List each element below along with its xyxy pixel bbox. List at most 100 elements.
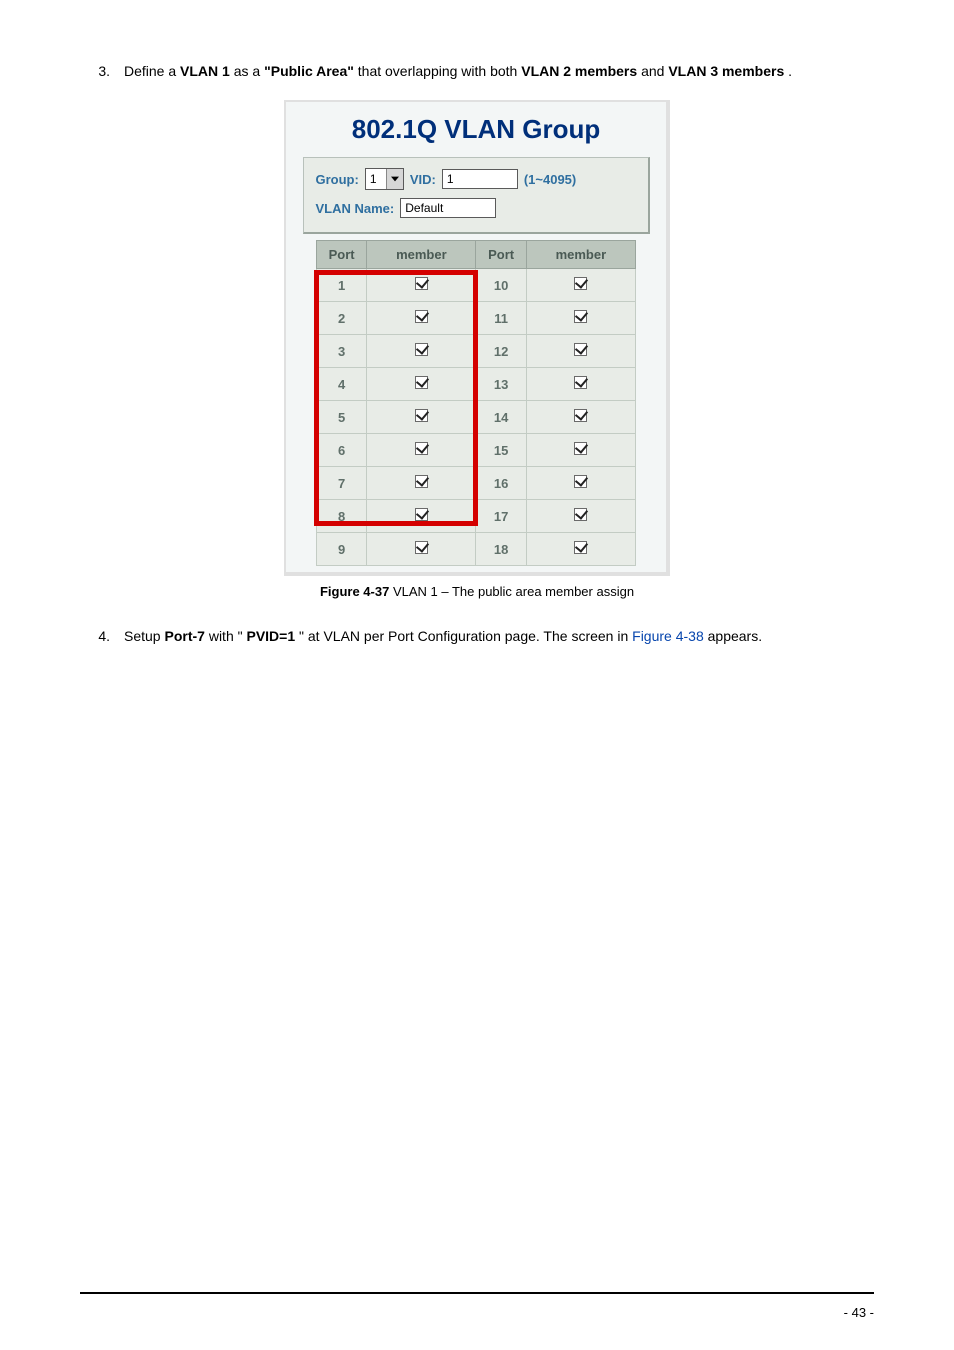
port-left: 6 (317, 434, 367, 467)
table-row: 6 15 (317, 434, 636, 467)
table-header-row: Port member Port member (317, 241, 636, 269)
member-left-cell (367, 533, 476, 566)
member-left-cell (367, 467, 476, 500)
vid-range: (1~4095) (524, 172, 576, 187)
vlan-name-input[interactable] (400, 198, 496, 218)
member-checkbox[interactable] (574, 442, 587, 455)
text: as a (234, 63, 264, 79)
vlan-form: Group: 1 VID: (1~4095) VLAN Name: (303, 157, 650, 234)
vid-label: VID: (410, 172, 436, 187)
member-checkbox[interactable] (415, 442, 428, 455)
vlan-name-label: VLAN Name: (316, 201, 395, 216)
port-left: 8 (317, 500, 367, 533)
port-member-table: Port member Port member 1102113124135146… (316, 240, 636, 566)
member-right-cell (526, 368, 635, 401)
member-checkbox[interactable] (415, 277, 428, 290)
member-checkbox[interactable] (574, 541, 587, 554)
step-4-content: Setup Port-7 with " PVID=1 " at VLAN per… (124, 625, 874, 647)
text: " at VLAN per Port Configuration page. T… (299, 628, 632, 644)
port-right: 10 (476, 269, 526, 302)
group-select[interactable]: 1 (365, 168, 404, 190)
form-row-group-vid: Group: 1 VID: (1~4095) (316, 168, 636, 190)
member-left-cell (367, 335, 476, 368)
member-left-cell (367, 269, 476, 302)
member-right-cell (526, 533, 635, 566)
table-row: 918 (317, 533, 636, 566)
text: Setup (124, 628, 164, 644)
member-right-cell (526, 434, 635, 467)
port-right: 15 (476, 434, 526, 467)
member-checkbox[interactable] (415, 376, 428, 389)
table-row: 312 (317, 335, 636, 368)
table-row: 5 14 (317, 401, 636, 434)
text-bold: PVID=1 (246, 628, 295, 644)
vlan-group-panel: 802.1Q VLAN Group Group: 1 VID: (1~4095)… (284, 100, 670, 576)
member-checkbox[interactable] (415, 310, 428, 323)
member-left-cell (367, 302, 476, 335)
member-checkbox[interactable] (415, 409, 428, 422)
member-checkbox[interactable] (415, 475, 428, 488)
member-left-cell (367, 401, 476, 434)
member-left-cell (367, 500, 476, 533)
port-right: 11 (476, 302, 526, 335)
member-right-cell (526, 302, 635, 335)
member-right-cell (526, 335, 635, 368)
port-right: 14 (476, 401, 526, 434)
port-left: 5 (317, 401, 367, 434)
table-row: 2 11 (317, 302, 636, 335)
group-label: Group: (316, 172, 359, 187)
table-row: 716 (317, 467, 636, 500)
group-select-value: 1 (366, 172, 386, 186)
member-right-cell (526, 467, 635, 500)
text: with " (209, 628, 243, 644)
port-right: 17 (476, 500, 526, 533)
port-left: 4 (317, 368, 367, 401)
member-checkbox[interactable] (574, 475, 587, 488)
port-left: 2 (317, 302, 367, 335)
step-3-content: Define a VLAN 1 as a "Public Area" that … (124, 60, 874, 82)
table-row: 4 13 (317, 368, 636, 401)
port-right: 12 (476, 335, 526, 368)
footer-divider (80, 1292, 874, 1294)
member-checkbox[interactable] (415, 343, 428, 356)
th-member-left: member (367, 241, 476, 269)
member-checkbox[interactable] (574, 343, 587, 356)
caption-bold: Figure 4-37 (320, 584, 389, 599)
port-left: 1 (317, 269, 367, 302)
member-checkbox[interactable] (574, 409, 587, 422)
th-member-right: member (526, 241, 635, 269)
figure-link[interactable]: Figure 4-38 (632, 628, 704, 644)
text-bold: VLAN 3 members (668, 63, 784, 79)
caption-text: VLAN 1 – The public area member assign (393, 584, 634, 599)
th-port-left: Port (317, 241, 367, 269)
member-right-cell (526, 401, 635, 434)
table-row: 8 17 (317, 500, 636, 533)
member-checkbox[interactable] (574, 508, 587, 521)
member-left-cell (367, 368, 476, 401)
chevron-down-icon (386, 169, 403, 189)
text: . (788, 63, 792, 79)
text-bold: VLAN 2 members (521, 63, 637, 79)
text: and (641, 63, 668, 79)
text-bold: VLAN 1 (180, 63, 230, 79)
member-checkbox[interactable] (574, 277, 587, 290)
port-right: 13 (476, 368, 526, 401)
vid-input[interactable] (442, 169, 518, 189)
port-left: 9 (317, 533, 367, 566)
member-right-cell (526, 269, 635, 302)
member-checkbox[interactable] (415, 508, 428, 521)
form-row-vlan-name: VLAN Name: (316, 198, 636, 218)
figure-caption: Figure 4-37 VLAN 1 – The public area mem… (80, 584, 874, 599)
text-bold: Port-7 (164, 628, 204, 644)
port-right: 16 (476, 467, 526, 500)
text: that overlapping with both (358, 63, 521, 79)
panel-title: 802.1Q VLAN Group (286, 114, 666, 145)
member-checkbox[interactable] (574, 310, 587, 323)
member-checkbox[interactable] (574, 376, 587, 389)
text-bold: "Public Area" (264, 63, 354, 79)
member-checkbox[interactable] (415, 541, 428, 554)
member-right-cell (526, 500, 635, 533)
table-row: 1 10 (317, 269, 636, 302)
page-number: - 43 - (844, 1305, 874, 1320)
th-port-right: Port (476, 241, 526, 269)
